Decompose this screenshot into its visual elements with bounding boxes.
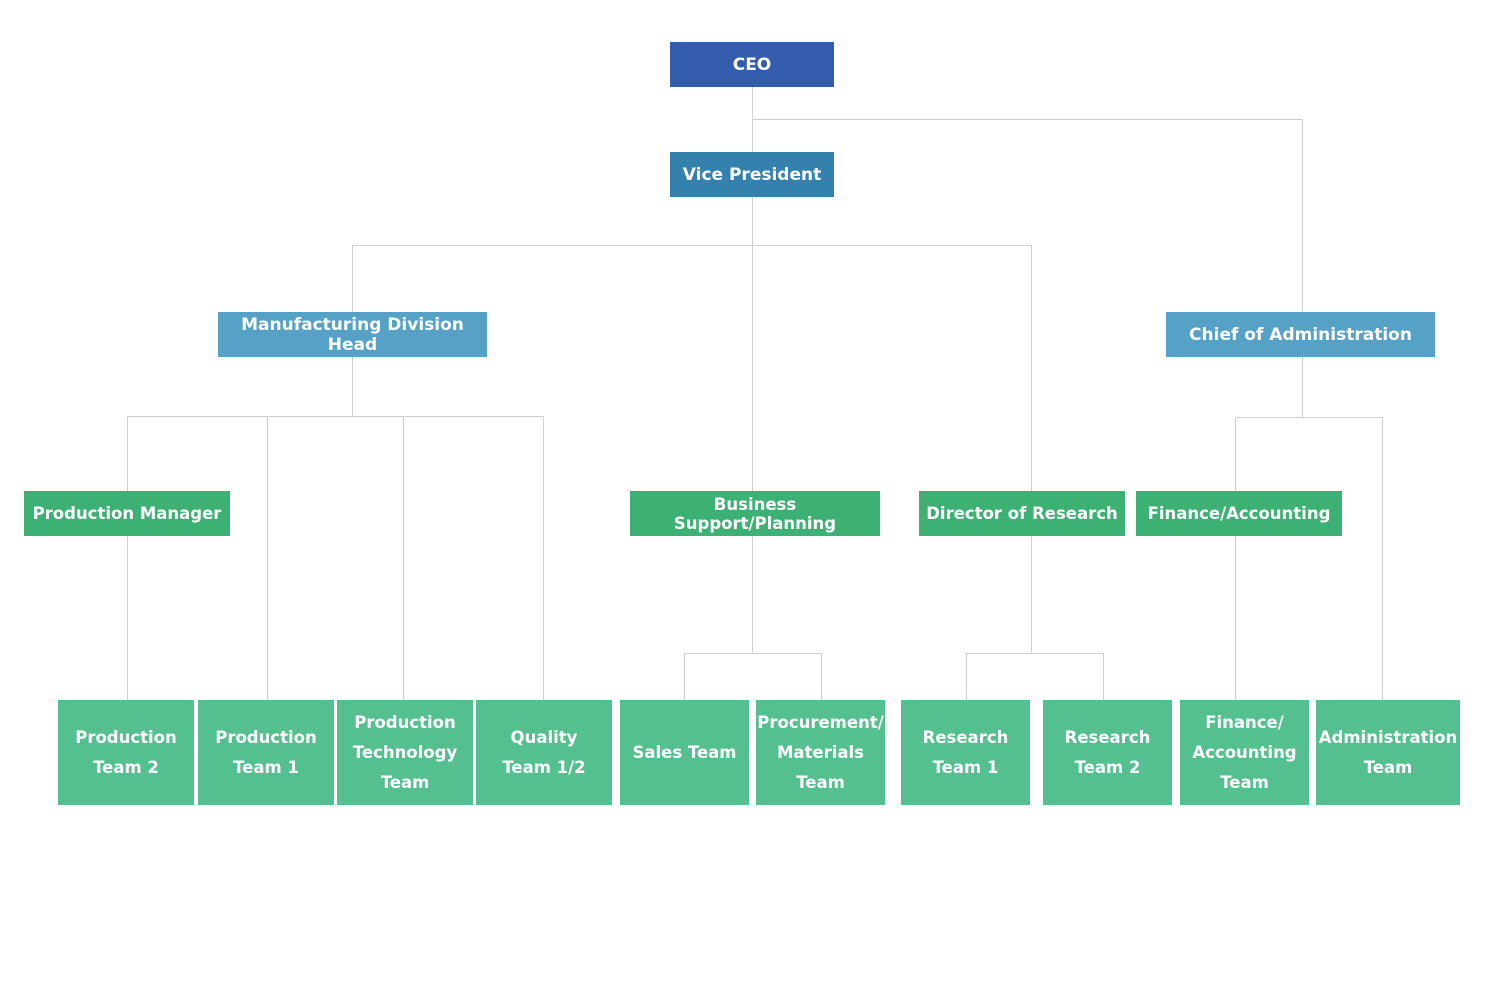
node-director-of-research[interactable]: Director of Research xyxy=(919,491,1125,536)
node-label: Director of Research xyxy=(926,504,1118,523)
connector xyxy=(966,653,1104,654)
connector xyxy=(1031,245,1032,491)
node-label: Chief of Administration xyxy=(1189,324,1412,345)
connector xyxy=(1235,536,1236,700)
node-label: Vice President xyxy=(682,164,822,185)
node-label: Production Manager xyxy=(32,504,222,523)
team-procurement-materials-team[interactable]: Procurement/ Materials Team xyxy=(756,700,885,805)
team-quality-team[interactable]: Quality Team 1/2 xyxy=(476,700,612,805)
team-label: Quality Team 1/2 xyxy=(502,727,586,777)
team-label: Production Team 2 xyxy=(75,727,177,777)
team-label: Research Team 2 xyxy=(1064,727,1151,777)
connector xyxy=(1382,417,1383,700)
team-label: Sales Team xyxy=(632,742,737,762)
team-production-technology-team[interactable]: Production Technology Team xyxy=(337,700,473,805)
node-finance-accounting[interactable]: Finance/Accounting xyxy=(1136,491,1342,536)
team-sales-team[interactable]: Sales Team xyxy=(620,700,749,805)
team-label: Research Team 1 xyxy=(922,727,1009,777)
node-vice-president[interactable]: Vice President xyxy=(670,152,834,197)
connector xyxy=(352,245,353,312)
team-label: Finance/ Accounting Team xyxy=(1192,712,1297,792)
connector xyxy=(821,653,822,700)
team-production-team-2[interactable]: Production Team 2 xyxy=(58,700,194,805)
team-research-team-1[interactable]: Research Team 1 xyxy=(901,700,1030,805)
connector xyxy=(1302,357,1303,417)
connector xyxy=(352,245,1032,246)
connector xyxy=(684,653,822,654)
team-label: Administration Team xyxy=(1318,727,1458,777)
team-administration-team[interactable]: Administration Team xyxy=(1316,700,1460,805)
connector xyxy=(127,416,544,417)
connector xyxy=(752,119,1303,120)
team-production-team-1[interactable]: Production Team 1 xyxy=(198,700,334,805)
team-research-team-2[interactable]: Research Team 2 xyxy=(1043,700,1172,805)
node-label: Finance/Accounting xyxy=(1147,504,1331,523)
node-production-manager[interactable]: Production Manager xyxy=(24,491,230,536)
team-finance-accounting-team[interactable]: Finance/ Accounting Team xyxy=(1180,700,1309,805)
connector xyxy=(1103,653,1104,700)
team-label: Procurement/ Materials Team xyxy=(757,712,884,792)
connector xyxy=(752,197,753,491)
connector xyxy=(127,536,128,700)
team-label: Production Team 1 xyxy=(215,727,317,777)
node-business-support-planning[interactable]: Business Support/Planning xyxy=(630,491,880,536)
node-chief-of-administration[interactable]: Chief of Administration xyxy=(1166,312,1435,357)
node-label: Business Support/Planning xyxy=(673,494,837,533)
connector xyxy=(1302,119,1303,312)
connector xyxy=(1235,417,1236,491)
node-ceo[interactable]: CEO xyxy=(670,42,834,87)
team-label: Production Technology Team xyxy=(352,712,458,792)
connector xyxy=(752,536,753,653)
connector xyxy=(352,357,353,416)
connector xyxy=(966,653,967,700)
connector xyxy=(403,416,404,700)
connector xyxy=(1031,536,1032,653)
node-manufacturing-division-head[interactable]: Manufacturing Division Head xyxy=(218,312,487,357)
node-label: CEO xyxy=(732,54,772,75)
connector xyxy=(543,416,544,700)
connector xyxy=(684,653,685,700)
node-label: Manufacturing Division Head xyxy=(241,314,464,355)
connector xyxy=(1235,417,1383,418)
connector xyxy=(127,416,128,491)
connector xyxy=(267,416,268,700)
